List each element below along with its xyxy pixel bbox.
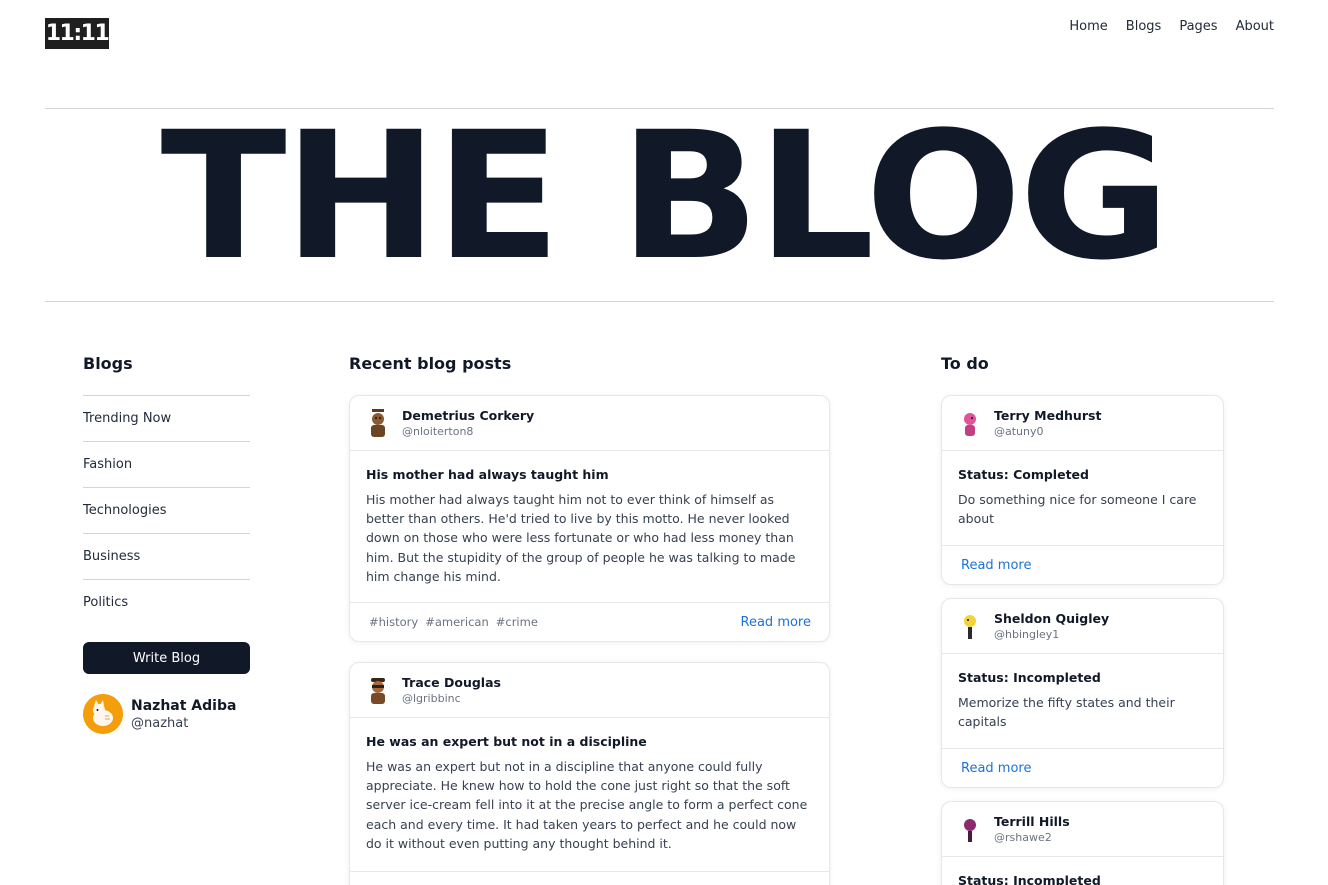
todo-author-name[interactable]: Terrill Hills xyxy=(994,814,1070,829)
blog-category-list: Trending Now Fashion Technologies Busine… xyxy=(83,395,250,625)
todo-status: Status: Completed xyxy=(958,467,1089,482)
blog-post-card: Trace Douglas @lgribbinc He was an exper… xyxy=(349,662,830,885)
todo-text: Memorize the fifty states and their capi… xyxy=(958,695,1175,730)
category-business[interactable]: Business xyxy=(83,533,250,579)
author-avatar-icon xyxy=(366,407,390,439)
todo-footer: Read more xyxy=(942,545,1223,584)
tag-history[interactable]: #history xyxy=(369,615,418,629)
blog-post-card: Demetrius Corkery @nloiterton8 His mothe… xyxy=(349,395,830,642)
hero-bottom-divider xyxy=(45,301,1274,302)
posts-title: Recent blog posts xyxy=(349,354,512,373)
todo-status: Status: Incompleted xyxy=(958,873,1101,885)
post-excerpt: His mother had always taught him not to … xyxy=(366,492,796,584)
nav-blogs[interactable]: Blogs xyxy=(1126,19,1162,34)
post-author-handle: @lgribbinc xyxy=(402,692,461,705)
post-tags: #history #american #crime xyxy=(369,615,741,629)
tag-american[interactable]: #american xyxy=(425,615,489,629)
post-footer xyxy=(350,871,829,885)
post-author-handle: @nloiterton8 xyxy=(402,425,474,438)
author-avatar-icon xyxy=(958,610,982,642)
post-author-header: Trace Douglas @lgribbinc xyxy=(350,663,829,718)
todo-card: Terry Medhurst @atuny0 Status: Completed… xyxy=(941,395,1224,585)
avatar xyxy=(83,694,123,734)
todo-author-handle: @atuny0 xyxy=(994,425,1044,438)
todo-author-name[interactable]: Sheldon Quigley xyxy=(994,611,1109,626)
read-more-link[interactable]: Read more xyxy=(741,615,811,630)
todo-card: Terrill Hills @rshawe2 Status: Incomplet… xyxy=(941,801,1224,885)
todo-footer: Read more xyxy=(942,748,1223,787)
todo-author-handle: @hbingley1 xyxy=(994,628,1060,641)
todo-author-header: Terry Medhurst @atuny0 xyxy=(942,396,1223,451)
todo-author-handle: @rshawe2 xyxy=(994,831,1052,844)
read-more-link[interactable]: Read more xyxy=(961,558,1031,573)
profile-name: Nazhat Adiba xyxy=(131,697,237,714)
author-avatar-icon xyxy=(958,407,982,439)
post-title[interactable]: He was an expert but not in a discipline xyxy=(366,734,813,749)
post-author-name[interactable]: Demetrius Corkery xyxy=(402,408,534,423)
post-title[interactable]: His mother had always taught him xyxy=(366,467,813,482)
category-politics[interactable]: Politics xyxy=(83,579,250,625)
post-excerpt: He was an expert but not in a discipline… xyxy=(366,759,808,851)
post-footer: #history #american #crime Read more xyxy=(350,602,829,641)
todo-title: To do xyxy=(941,354,989,373)
todo-author-header: Sheldon Quigley @hbingley1 xyxy=(942,599,1223,654)
post-author-header: Demetrius Corkery @nloiterton8 xyxy=(350,396,829,451)
category-technologies[interactable]: Technologies xyxy=(83,487,250,533)
category-fashion[interactable]: Fashion xyxy=(83,441,250,487)
write-blog-button[interactable]: Write Blog xyxy=(83,642,250,674)
sidebar-title: Blogs xyxy=(83,354,133,373)
todo-status: Status: Incompleted xyxy=(958,670,1101,685)
post-author-name[interactable]: Trace Douglas xyxy=(402,675,501,690)
tag-crime[interactable]: #crime xyxy=(496,615,538,629)
todo-text: Do something nice for someone I care abo… xyxy=(958,492,1197,527)
author-avatar-icon xyxy=(366,674,390,706)
todo-author-header: Terrill Hills @rshawe2 xyxy=(942,802,1223,857)
read-more-link[interactable]: Read more xyxy=(961,761,1031,776)
hero-title: THE BLOG xyxy=(160,94,1171,299)
nav-home[interactable]: Home xyxy=(1069,19,1107,34)
top-nav: Home Blogs Pages About xyxy=(1069,19,1274,34)
user-profile[interactable]: Nazhat Adiba @nazhat xyxy=(83,694,236,734)
site-logo[interactable]: 11:11 xyxy=(45,18,110,49)
cat-avatar-icon xyxy=(83,694,123,734)
todo-author-name[interactable]: Terry Medhurst xyxy=(994,408,1101,423)
author-avatar-icon xyxy=(958,813,982,845)
todo-card: Sheldon Quigley @hbingley1 Status: Incom… xyxy=(941,598,1224,788)
nav-about[interactable]: About xyxy=(1236,19,1274,34)
nav-pages[interactable]: Pages xyxy=(1179,19,1217,34)
category-trending-now[interactable]: Trending Now xyxy=(83,395,250,441)
profile-handle: @nazhat xyxy=(131,715,189,731)
